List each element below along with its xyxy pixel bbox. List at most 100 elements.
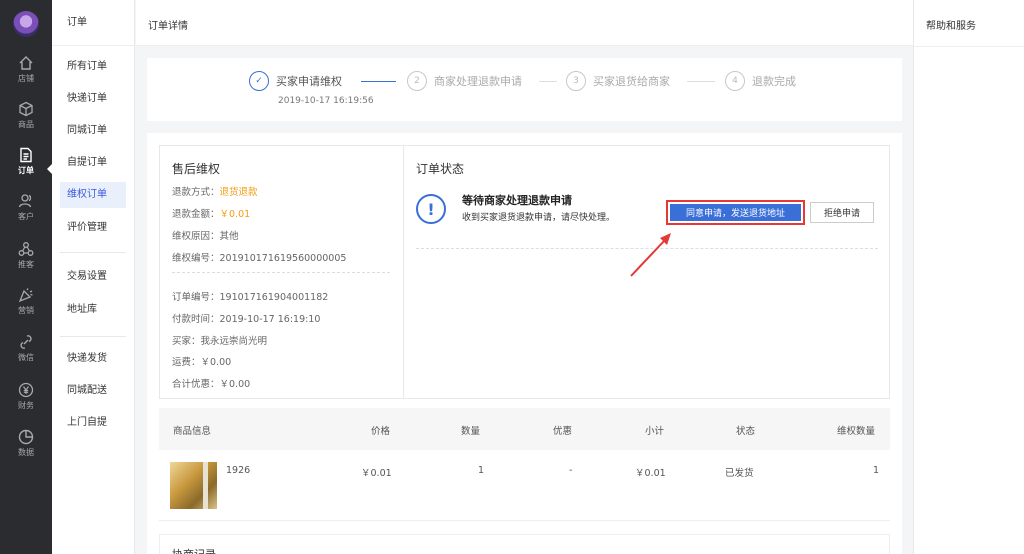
product-thumbnail[interactable] (170, 462, 217, 509)
subnav-title: 订单 (52, 0, 134, 46)
col-price: 价格 (371, 426, 391, 437)
home-icon (19, 56, 33, 70)
step-connector (539, 81, 557, 82)
buyer: 买家：我永远崇尚光明 (172, 336, 268, 347)
order-status-title: 订单状态 (416, 162, 465, 176)
rail-item-wechat[interactable]: 微信 (0, 334, 52, 374)
subnav-item-express-delivery[interactable]: 快递发货 (60, 346, 126, 372)
share-icon (18, 242, 34, 256)
page-title: 订单详情 (148, 21, 188, 32)
product-table-header: 商品信息 价格 数量 优惠 小计 状态 维权数量 (159, 408, 890, 450)
step-label: 买家退货给商家 (593, 75, 670, 88)
product-subtotal: ￥0.01 (635, 468, 666, 479)
order-number: 订单编号：191017161904001182 (172, 292, 329, 303)
negotiation-log-title: 协商记录 (172, 546, 216, 554)
rail-item-marketing[interactable]: 营销 (0, 287, 52, 327)
col-discount: 优惠 (553, 426, 573, 437)
users-icon (18, 194, 32, 208)
step-connector (361, 81, 396, 82)
subnav-item-trade-settings[interactable]: 交易设置 (60, 264, 126, 290)
product-name[interactable]: 1926 (226, 465, 250, 476)
rail-item-customer[interactable]: 客户 (0, 193, 52, 233)
divider (914, 46, 1024, 47)
exclamation-icon: ! (416, 194, 446, 224)
step-3: 3 买家退货给商家 (566, 70, 670, 92)
rights-reason: 维权原因：其他 (172, 231, 239, 242)
rail-item-label: 数据 (18, 448, 34, 457)
product-claim-qty: 1 (873, 465, 880, 476)
help-title[interactable]: 帮助和服务 (926, 17, 976, 32)
step-label: 买家申请维权 (276, 75, 342, 88)
rail-item-label: 微信 (18, 353, 34, 362)
subnav-item-self-pickup[interactable]: 上门自提 (60, 410, 126, 436)
rail-item-store[interactable]: 店铺 (0, 55, 52, 95)
rail-item-label: 商品 (18, 120, 34, 129)
subnav-item-local-delivery[interactable]: 同城配送 (60, 378, 126, 404)
rail-item-label: 客户 (18, 212, 34, 221)
refund-method-label: 退款方式： (172, 187, 220, 198)
document-icon (20, 147, 32, 163)
yen-icon (18, 382, 34, 398)
agree-button-highlight: 同意申请，发送退货地址 (666, 200, 805, 225)
total-discount: 合计优惠：￥0.00 (172, 379, 251, 390)
refund-amount-label: 退款金额： (172, 209, 220, 220)
avatar[interactable] (13, 11, 39, 37)
refund-amount-value: ￥0.01 (219, 209, 251, 220)
step-1: ✓ 买家申请维权 (249, 70, 342, 92)
negotiation-log: 协商记录 (159, 534, 890, 554)
step-time: 2019-10-17 16:19:56 (278, 96, 374, 106)
step-2: 2 商家处理退款申请 (407, 70, 522, 92)
red-arrow-annotation (630, 233, 671, 277)
refund-amount: 退款金额：￥0.01 (172, 206, 250, 220)
divider (60, 336, 126, 337)
rail-item-data[interactable]: 数据 (0, 429, 52, 469)
product-price: ￥0.01 (361, 468, 392, 479)
thumbnail-detail (203, 462, 208, 509)
subnav-item-rights-orders[interactable]: 维权订单 (60, 182, 126, 208)
step-number: 4 (725, 71, 745, 91)
rail-item-goods[interactable]: 商品 (0, 101, 52, 141)
subnav-item-address-book[interactable]: 地址库 (60, 297, 126, 323)
col-subtotal: 小计 (645, 426, 665, 437)
refuse-button[interactable]: 拒绝申请 (810, 202, 874, 223)
divider (403, 146, 404, 398)
order-detail-card: 售后维权 退款方式：退货退款 退款金额：￥0.01 维权原因：其他 维权编号：2… (147, 133, 902, 554)
subnav-item-local-orders[interactable]: 同城订单 (60, 118, 126, 144)
progress-steps: ✓ 买家申请维权 2 商家处理退款申请 3 买家退货给商家 4 退款完成 201… (147, 58, 902, 121)
step-connector (687, 81, 715, 82)
shipping-fee: 运费：￥0.00 (172, 357, 232, 368)
megaphone-icon (18, 288, 33, 303)
agree-send-address-button[interactable]: 同意申请，发送退货地址 (670, 204, 801, 221)
rail-item-label: 订单 (18, 166, 34, 175)
table-row: 1926 ￥0.01 1 - ￥0.01 已发货 1 (159, 450, 890, 521)
rail-item-order[interactable]: 订单 (0, 147, 52, 187)
rights-number: 维权编号：201910171619560000005 (172, 253, 347, 264)
product-status: 已发货 (725, 468, 754, 479)
refund-method: 退款方式：退货退款 (172, 184, 258, 198)
subnav-item-express-orders[interactable]: 快递订单 (60, 86, 126, 112)
status-headline: 等待商家处理退款申请 (462, 194, 572, 207)
product-qty: 1 (478, 465, 485, 476)
pay-time: 付款时间：2019-10-17 16:19:10 (172, 314, 321, 325)
col-claim-qty: 维权数量 (837, 426, 876, 437)
rail-item-label: 财务 (18, 401, 34, 410)
rail-item-promoter[interactable]: 推客 (0, 241, 52, 281)
rail-item-label: 营销 (18, 306, 34, 315)
subnav-item-reviews[interactable]: 评价管理 (60, 215, 126, 241)
subnav-item-pickup-orders[interactable]: 自提订单 (60, 150, 126, 176)
subnav-item-all-orders[interactable]: 所有订单 (60, 54, 126, 80)
rail-item-finance[interactable]: 财务 (0, 382, 52, 422)
step-number: 3 (566, 71, 586, 91)
order-subnav: 订单 所有订单 快递订单 同城订单 自提订单 维权订单 评价管理 交易设置 地址… (52, 0, 135, 554)
info-box: 售后维权 退款方式：退货退款 退款金额：￥0.01 维权原因：其他 维权编号：2… (159, 145, 890, 399)
main-nav-rail: 店铺 商品 订单 客户 推客 营销 微信 财务 数据 (0, 0, 52, 554)
link-icon (20, 335, 32, 349)
step-label: 退款完成 (752, 75, 796, 88)
col-status: 状态 (736, 426, 756, 437)
chart-icon (18, 429, 34, 445)
product-discount: - (569, 465, 573, 476)
divider (60, 252, 126, 253)
top-bar: 订单详情 (136, 0, 913, 46)
divider (172, 272, 390, 273)
refund-method-value: 退货退款 (219, 187, 258, 198)
